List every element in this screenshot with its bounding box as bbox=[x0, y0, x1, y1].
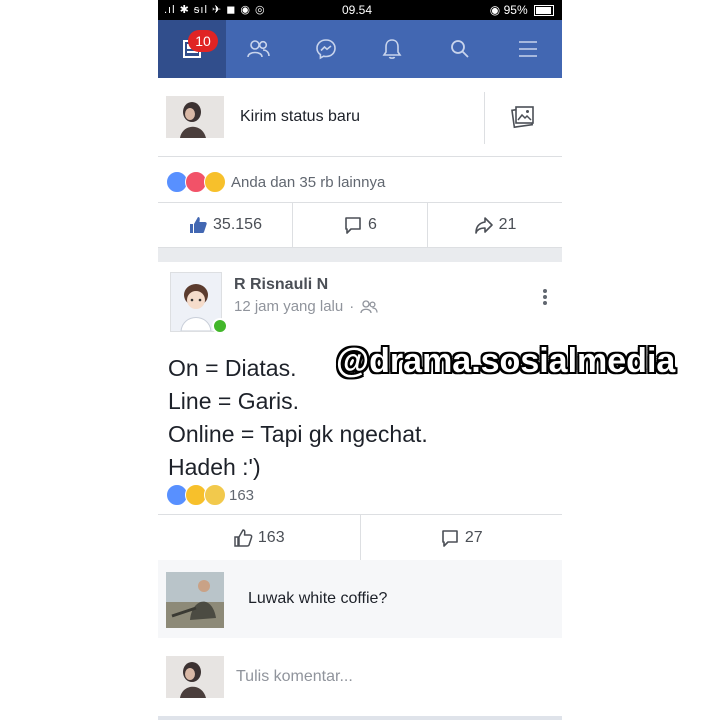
feed-separator bbox=[158, 248, 562, 262]
haha-reaction-icon bbox=[204, 171, 226, 193]
sad-reaction-icon bbox=[204, 484, 226, 506]
separator-dot: · bbox=[349, 298, 355, 315]
top-navbar: 10 bbox=[158, 20, 562, 78]
bell-icon[interactable] bbox=[372, 20, 412, 78]
share-icon bbox=[474, 217, 493, 234]
clock: 09.54 bbox=[342, 3, 373, 17]
status-icons: .ıl ✱ ᵴıl ✈ ◼ ◉ ◎ bbox=[164, 4, 266, 16]
friends-privacy-icon bbox=[360, 299, 378, 313]
messenger-icon[interactable] bbox=[306, 20, 346, 78]
share-button[interactable]: 21 bbox=[428, 203, 562, 247]
comment-button[interactable]: 27 bbox=[361, 515, 563, 561]
compose-input[interactable]: Kirim status baru bbox=[240, 108, 360, 126]
reaction-count: 163 bbox=[229, 486, 255, 504]
battery-percent: 95% bbox=[503, 3, 528, 17]
post-time[interactable]: 12 jam yang lalu bbox=[234, 298, 343, 315]
watermark: @drama.sosialmedia bbox=[336, 342, 676, 380]
like-button[interactable]: 163 bbox=[158, 515, 361, 561]
post-actions: 163 27 bbox=[158, 514, 562, 562]
compose-status-box: Kirim status baru bbox=[158, 78, 562, 157]
menu-icon[interactable] bbox=[508, 20, 548, 78]
comment-input[interactable]: Tulis komentar... bbox=[236, 668, 353, 686]
search-icon[interactable] bbox=[440, 20, 480, 78]
reaction-summary[interactable]: Anda dan 35 rb lainnya bbox=[166, 170, 385, 194]
notification-badge: 10 bbox=[188, 30, 218, 52]
comment-icon bbox=[442, 530, 458, 547]
thumbs-up-icon bbox=[234, 529, 253, 547]
top-post-actions: 35.156 6 21 bbox=[158, 202, 562, 248]
like-count: 35.156 bbox=[213, 216, 262, 233]
post-reaction-summary[interactable]: 163 bbox=[166, 484, 254, 506]
status-bar: .ıl ✱ ᵴıl ✈ ◼ ◉ ◎ 09.54 ◉ 95% bbox=[158, 0, 562, 20]
divider bbox=[484, 92, 485, 144]
post-line: Online = Tapi gk ngechat. bbox=[168, 421, 428, 447]
comment-count: 6 bbox=[368, 216, 377, 233]
reaction-text: Anda dan 35 rb lainnya bbox=[231, 173, 386, 191]
comment-icon bbox=[345, 217, 361, 234]
user-avatar[interactable] bbox=[166, 656, 224, 698]
like-button[interactable]: 35.156 bbox=[158, 203, 293, 247]
thumbs-up-icon bbox=[190, 217, 207, 233]
post-line: Hadeh :') bbox=[168, 454, 261, 480]
comment-button[interactable]: 6 bbox=[293, 203, 428, 247]
like-count: 163 bbox=[257, 529, 285, 546]
share-count: 21 bbox=[498, 216, 517, 233]
photo-icon[interactable] bbox=[510, 104, 536, 135]
post-line: Line = Garis. bbox=[168, 388, 300, 414]
post-author[interactable]: R Risnauli N bbox=[234, 276, 328, 294]
comment-item: Luwak white coffie? bbox=[158, 560, 562, 639]
more-options-icon[interactable] bbox=[542, 288, 548, 311]
commenter-avatar[interactable] bbox=[166, 572, 224, 628]
user-avatar[interactable] bbox=[166, 96, 224, 138]
comment-count: 27 bbox=[464, 529, 483, 546]
comment-text: Luwak white coffie? bbox=[248, 590, 388, 607]
friends-icon[interactable] bbox=[238, 20, 278, 78]
eye-icon: ◉ bbox=[489, 3, 501, 17]
nav-news-feed[interactable]: 10 bbox=[158, 20, 226, 78]
online-status-dot bbox=[212, 318, 228, 334]
post-meta: 12 jam yang lalu · bbox=[234, 298, 378, 315]
write-comment-row: Tulis komentar... bbox=[158, 638, 562, 716]
battery-icon bbox=[534, 5, 554, 17]
bottom-divider bbox=[158, 716, 562, 720]
battery-indicator: ◉ 95% bbox=[490, 3, 554, 17]
